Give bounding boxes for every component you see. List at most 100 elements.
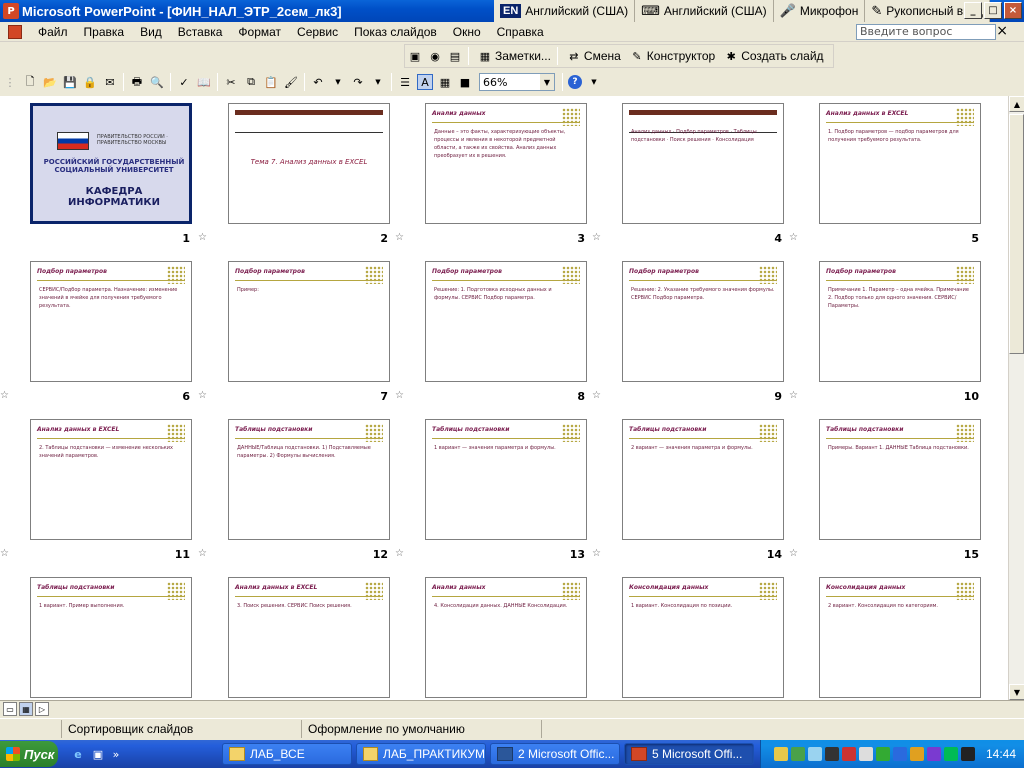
tray-icon[interactable]	[892, 747, 907, 761]
menu-tools[interactable]: Сервис	[289, 25, 346, 39]
menu-slideshow[interactable]: Показ слайдов	[346, 25, 445, 39]
undo-icon[interactable]: ↶	[310, 74, 326, 90]
spelling-icon[interactable]: ✓	[176, 74, 192, 90]
slide-thumbnail-cell[interactable]: Анализ данных в EXCEL 3. Поиск решения. С…	[198, 570, 394, 700]
menu-window[interactable]: Окно	[445, 25, 489, 39]
slide-thumbnail[interactable]: Анализ данных в EXCEL 3. Поиск решения. С…	[228, 577, 390, 698]
redo-icon[interactable]: ↷	[350, 74, 366, 90]
doc-close-button[interactable]: ×	[996, 23, 1008, 39]
transition-star-icon[interactable]: ☆	[592, 390, 601, 401]
maximize-button[interactable]: □	[984, 2, 1002, 19]
help-icon[interactable]: ?	[568, 75, 582, 89]
copy-icon[interactable]: ⧉	[243, 74, 259, 90]
undo-dropdown-icon[interactable]: ▼	[330, 74, 346, 90]
slide-thumbnail-cell[interactable]: Таблицы подстановки Примеры. Вариант 1. Д…	[789, 412, 985, 570]
taskbar-item-lab-all[interactable]: ЛАБ_ВСЕ	[222, 743, 352, 765]
taskbar-item-lab-practicum[interactable]: ЛАБ_ПРАКТИКУМ	[356, 743, 486, 765]
minimize-button[interactable]: _	[964, 2, 982, 19]
slide-thumbnail-cell[interactable]: Таблицы подстановки 1 вариант. Пример вып…	[0, 570, 196, 700]
paste-icon[interactable]: 📋	[263, 74, 279, 90]
quicklaunch-chevron-icon[interactable]: »	[108, 746, 124, 762]
slide-thumbnail-cell[interactable]: Анализ данных 4. Консолидация данных. ДАН…	[395, 570, 591, 700]
transition-star-icon[interactable]: ☆	[395, 390, 404, 401]
slide-thumbnail[interactable]: Анализ данных 4. Консолидация данных. ДАН…	[425, 577, 587, 698]
designer-button[interactable]: ✎ Конструктор	[624, 46, 718, 66]
transition-star-icon[interactable]: ☆	[789, 232, 798, 243]
transition-star-icon[interactable]: ☆	[0, 390, 9, 401]
slide-thumbnail[interactable]: Таблицы подстановки 1 вариант. Пример вып…	[30, 577, 192, 698]
slide-thumbnail-cell[interactable]: ПРАВИТЕЛЬСТВО РОССИИ · ПРАВИТЕЛЬСТВО МОС…	[0, 96, 196, 254]
show-desktop-icon[interactable]: ▣	[90, 746, 106, 762]
tray-icon[interactable]	[875, 747, 890, 761]
slide-thumbnail-cell[interactable]: Тема 7. Анализ данных в EXCEL 2 ☆	[198, 96, 394, 254]
menu-view[interactable]: Вид	[132, 25, 170, 39]
menu-insert[interactable]: Вставка	[170, 25, 231, 39]
summary-slide-icon[interactable]: ◉	[427, 48, 443, 64]
slide-thumbnail[interactable]: Анализ данных в EXCEL 1. Подбор параметро…	[819, 103, 981, 224]
toolbar-options-icon[interactable]: ▼	[586, 74, 602, 90]
scroll-thumb[interactable]	[1009, 114, 1024, 354]
lang-en-toggle[interactable]: EN Английский (США)	[494, 0, 636, 22]
tray-icon[interactable]	[926, 747, 941, 761]
tray-icon[interactable]	[807, 747, 822, 761]
rehearse-timings-icon[interactable]: ▤	[447, 48, 463, 64]
transition-star-icon[interactable]: ☆	[198, 232, 207, 243]
slide-thumbnail-cell[interactable]: Подбор параметров СЕРВИС/Подбор параметра…	[0, 254, 196, 412]
normal-view-button[interactable]: ▭	[3, 702, 17, 716]
tray-icon[interactable]	[960, 747, 975, 761]
research-icon[interactable]: 📖	[196, 74, 212, 90]
taskbar-item-word[interactable]: 2 Microsoft Offic...	[490, 743, 620, 765]
permission-icon[interactable]: 🔒	[82, 74, 98, 90]
slide-thumbnail-cell[interactable]: Таблицы подстановки ДАННЫЕ/Таблица подста…	[198, 412, 394, 570]
powerpoint-icon[interactable]: P	[3, 3, 19, 19]
transition-star-icon[interactable]: ☆	[592, 548, 601, 559]
tray-icon[interactable]	[824, 747, 839, 761]
slide-thumbnail[interactable]: Подбор параметров Решение: 2. Указание тр…	[622, 261, 784, 382]
open-icon[interactable]: 📂	[42, 74, 58, 90]
menu-edit[interactable]: Правка	[76, 25, 133, 39]
tray-icon[interactable]	[841, 747, 856, 761]
slide-thumbnail[interactable]: Анализ данных Данные – это факты, характе…	[425, 103, 587, 224]
show-formatting-icon[interactable]: A	[417, 74, 433, 90]
slide-thumbnail-cell[interactable]: Анализ данных Данные – это факты, характе…	[395, 96, 591, 254]
ie-icon[interactable]: e	[70, 746, 86, 762]
transition-star-icon[interactable]: ☆	[395, 232, 404, 243]
slide-thumbnail-cell[interactable]: Анализ данных в EXCEL 1. Подбор параметро…	[789, 96, 985, 254]
grid-icon[interactable]: ▦	[437, 74, 453, 90]
expand-all-icon[interactable]: ☰	[397, 74, 413, 90]
close-button[interactable]: ×	[1004, 2, 1022, 19]
ask-question-input[interactable]: Введите вопрос	[856, 24, 996, 40]
tray-icon[interactable]	[773, 747, 788, 761]
slide-thumbnail-cell[interactable]: Подбор параметров Решение: 2. Указание тр…	[592, 254, 788, 412]
slide-thumbnail[interactable]: ПРАВИТЕЛЬСТВО РОССИИ · ПРАВИТЕЛЬСТВО МОС…	[30, 103, 192, 224]
transition-star-icon[interactable]: ☆	[592, 232, 601, 243]
slide-thumbnail[interactable]: Подбор параметров Примечание 1. Параметр …	[819, 261, 981, 382]
slide-thumbnail-cell[interactable]: Анализ данных в EXCEL 2. Таблицы подстано…	[0, 412, 196, 570]
slide-thumbnail[interactable]: Подбор параметров Решение: 1. Подготовка …	[425, 261, 587, 382]
slide-thumbnail[interactable]: Подбор параметров СЕРВИС/Подбор параметра…	[30, 261, 192, 382]
scroll-up-button[interactable]: ▲	[1009, 96, 1024, 112]
slide-thumbnail-cell[interactable]: Таблицы подстановки 2 вариант — значения …	[592, 412, 788, 570]
slide-thumbnail[interactable]: Консолидация данных 2 вариант. Консолидац…	[819, 577, 981, 698]
slide-thumbnail[interactable]: Таблицы подстановки 2 вариант — значения …	[622, 419, 784, 540]
zoom-select[interactable]: 66% ▼	[479, 73, 555, 91]
slide-thumbnail[interactable]: Анализ данных · Подбор параметров · Табл…	[622, 103, 784, 224]
new-slide-button[interactable]: ✱ Создать слайд	[718, 46, 826, 66]
color-grayscale-icon[interactable]: ■	[457, 74, 473, 90]
slide-thumbnail-cell[interactable]: Таблицы подстановки 1 вариант — значения …	[395, 412, 591, 570]
slide-thumbnail[interactable]: Консолидация данных 1 вариант. Консолидац…	[622, 577, 784, 698]
slide-thumbnail[interactable]: Тема 7. Анализ данных в EXCEL	[228, 103, 390, 224]
print-preview-icon[interactable]: 🔍	[149, 74, 165, 90]
slide-thumbnail-cell[interactable]: Консолидация данных 2 вариант. Консолидац…	[789, 570, 985, 700]
slide-thumbnail-cell[interactable]: Подбор параметров Примечание 1. Параметр …	[789, 254, 985, 412]
start-button[interactable]: Пуск	[0, 741, 58, 767]
cut-icon[interactable]: ✂	[223, 74, 239, 90]
slide-thumbnail-cell[interactable]: Анализ данных · Подбор параметров · Табл…	[592, 96, 788, 254]
vertical-scrollbar[interactable]: ▲ ▼	[1008, 96, 1024, 700]
transition-star-icon[interactable]: ☆	[198, 548, 207, 559]
slideshow-view-button[interactable]: ▷	[35, 702, 49, 716]
menu-help[interactable]: Справка	[489, 25, 552, 39]
email-icon[interactable]: ✉	[102, 74, 118, 90]
microphone-button[interactable]: 🎤 Микрофон	[774, 0, 866, 22]
hide-slide-icon[interactable]: ▣	[407, 48, 423, 64]
